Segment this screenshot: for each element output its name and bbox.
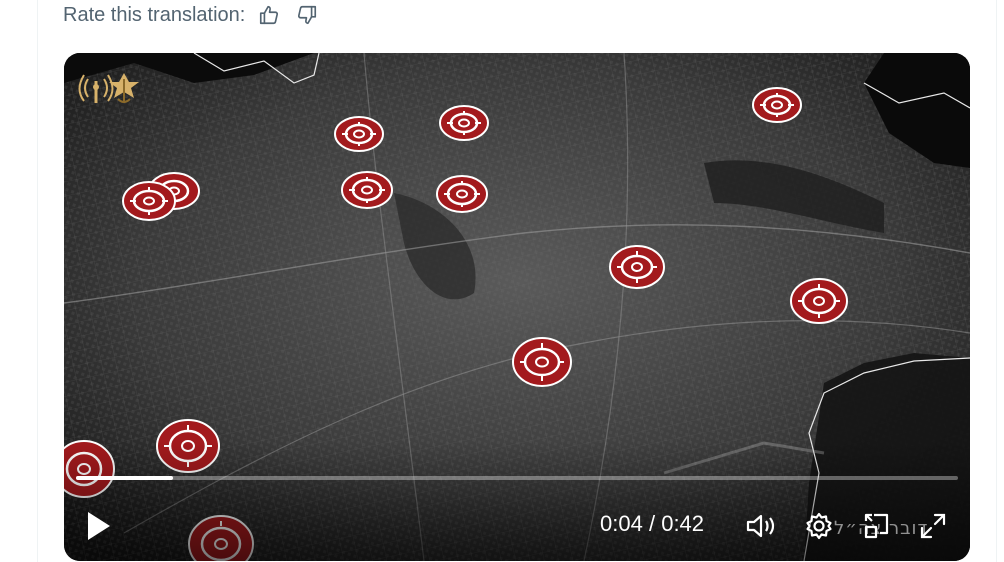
- play-icon[interactable]: [84, 509, 114, 543]
- thumbs-up-icon[interactable]: [255, 1, 283, 29]
- progress-bar-fill: [76, 476, 174, 480]
- translation-rating: Rate this translation:: [63, 0, 321, 30]
- video-player[interactable]: 0:04 / 0:42 דובר צה״ל: [64, 53, 970, 561]
- fullscreen-icon[interactable]: [916, 509, 950, 543]
- volume-icon[interactable]: [744, 509, 778, 543]
- thumbs-down-icon[interactable]: [293, 1, 321, 29]
- picture-in-picture-icon[interactable]: [860, 509, 894, 543]
- current-time: 0:04: [600, 511, 643, 536]
- gear-icon[interactable]: [802, 509, 836, 543]
- progress-bar[interactable]: [76, 476, 958, 480]
- rate-translation-label: Rate this translation:: [63, 3, 246, 26]
- timeline-border-left: [37, 0, 38, 562]
- time-separator: /: [648, 511, 656, 536]
- duration: 0:42: [661, 511, 705, 536]
- timeline-border-right: [996, 0, 997, 562]
- time-display: 0:04 / 0:42: [600, 511, 704, 537]
